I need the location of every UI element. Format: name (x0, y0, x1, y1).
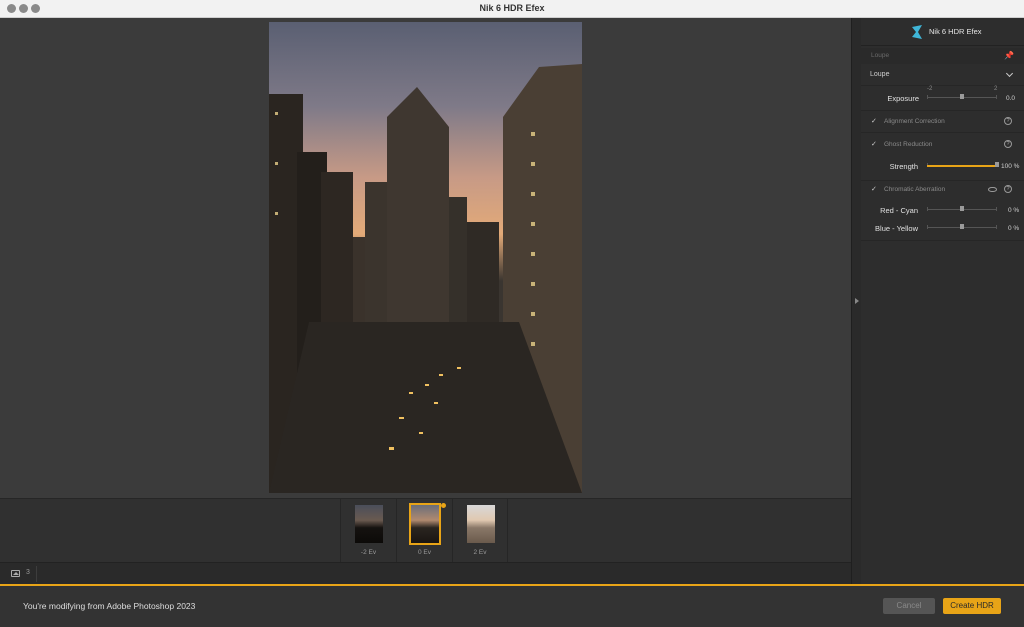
bracket-thumb-label: 0 Ev (417, 549, 431, 556)
image-icon[interactable] (11, 570, 20, 577)
brand-header: Nik 6 HDR Efex (861, 18, 1024, 46)
red-cyan-label: Red - Cyan (880, 206, 918, 215)
red-cyan-value: 0 % (1008, 207, 1020, 214)
alignment-label: Alignment Correction (884, 118, 945, 125)
window-title: Nik 6 HDR Efex (479, 3, 545, 13)
bracket-thumb-label: 2 Ev (473, 549, 487, 556)
ghost-reduction-row: ✓ Ghost Reduction ? Strength 100 % (861, 133, 1024, 181)
exposure-label: Exposure (887, 94, 919, 103)
strength-value: 100 % (1001, 163, 1020, 170)
bracket-thumb-minus2[interactable]: -2 Ev (340, 499, 396, 563)
chromatic-aberration-row: ✓ Chromatic Aberration ? Red - Cyan 0 % … (861, 181, 1024, 241)
exposure-slider-handle[interactable] (960, 94, 964, 99)
help-icon[interactable]: ? (1004, 117, 1012, 125)
preview-canvas[interactable] (0, 18, 851, 498)
loupe-header: Loupe 📌 (861, 48, 1024, 64)
red-cyan-slider-handle[interactable] (960, 206, 964, 211)
loupe-header-label: Loupe (871, 52, 890, 59)
exposure-min-label: -2 (927, 86, 933, 92)
chromatic-aberration-label: Chromatic Aberration (884, 186, 946, 193)
create-hdr-button[interactable]: Create HDR (943, 598, 1001, 614)
ghost-reduction-label: Ghost Reduction (884, 141, 933, 148)
help-icon[interactable]: ? (1004, 185, 1012, 193)
status-message: You're modifying from Adobe Photoshop 20… (23, 601, 196, 611)
alignment-row: ✓ Alignment Correction ? (861, 111, 1024, 133)
brand-name: Nik 6 HDR Efex (929, 27, 982, 36)
loupe-section[interactable]: Loupe (861, 68, 1024, 86)
strength-slider-handle[interactable] (995, 162, 999, 167)
exposure-value: 0.0 (1006, 95, 1016, 102)
canvas-toolbar: 3 (0, 562, 851, 584)
chromatic-aberration-checkbox[interactable]: ✓ (871, 186, 878, 193)
exposure-max-label: 2 (994, 86, 998, 92)
chevron-down-icon[interactable] (1005, 69, 1014, 78)
toolbar-divider (36, 566, 37, 582)
pin-icon[interactable]: 📌 (1004, 51, 1014, 60)
bracket-thumb-image (355, 505, 383, 543)
loupe-section-label: Loupe (870, 71, 890, 78)
blue-yellow-label: Blue - Yellow (875, 224, 918, 233)
blue-yellow-slider-handle[interactable] (960, 224, 964, 229)
blue-yellow-value: 0 % (1008, 225, 1020, 232)
alignment-checkbox[interactable]: ✓ (871, 118, 878, 125)
bracket-thumb-image (409, 503, 441, 545)
image-count: 3 (26, 569, 30, 576)
eye-icon[interactable] (988, 187, 997, 192)
bottom-bar: You're modifying from Adobe Photoshop 20… (0, 586, 1024, 627)
bracket-filmstrip: -2 Ev 0 Ev 2 Ev (0, 498, 851, 563)
exposure-row: Exposure -2 2 0.0 (861, 86, 1024, 111)
chevron-right-icon[interactable] (855, 298, 859, 304)
title-bar: Nik 6 HDR Efex (0, 0, 1024, 18)
bracket-thumb-image (467, 505, 495, 543)
help-icon[interactable]: ? (1004, 140, 1012, 148)
bracket-thumb-label: -2 Ev (360, 549, 377, 556)
hdr-preview-image[interactable] (269, 22, 582, 493)
nik-logo-icon (912, 25, 922, 39)
strength-label: Strength (889, 162, 918, 171)
cancel-button[interactable]: Cancel (883, 598, 935, 614)
reference-star-icon (441, 503, 446, 508)
bracket-thumb-0[interactable]: 0 Ev (396, 499, 452, 563)
strength-slider[interactable] (927, 165, 997, 167)
ghost-reduction-checkbox[interactable]: ✓ (871, 141, 878, 148)
settings-panel: Nik 6 HDR Efex Loupe 📌 Loupe Exposure -2… (861, 18, 1024, 584)
bracket-thumb-plus2[interactable]: 2 Ev (452, 499, 508, 563)
